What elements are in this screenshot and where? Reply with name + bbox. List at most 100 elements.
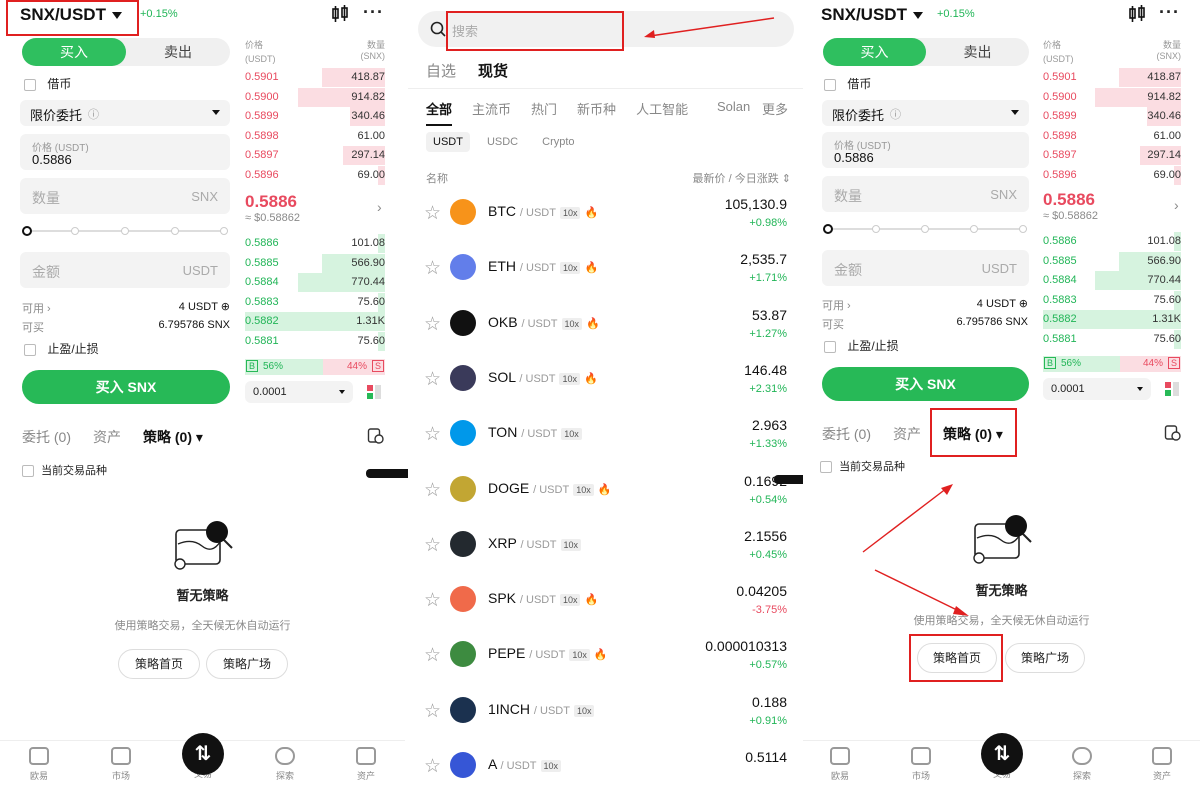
star-icon[interactable]: ☆ [424, 644, 441, 667]
star-icon[interactable]: ☆ [424, 423, 441, 446]
tpsl-checkbox[interactable]: 止盈/止损 [24, 340, 99, 357]
margin-checkbox[interactable]: 借币 [824, 75, 871, 92]
nav-home[interactable]: 欧易 [815, 747, 865, 782]
tab-assets[interactable]: 资产 [93, 427, 121, 447]
bid-row[interactable]: 0.5881 75.60 [245, 331, 385, 351]
coin-row[interactable]: ☆ PEPE / USDT 10x 🔥 0.000010313 +0.57% [408, 632, 803, 687]
bid-row[interactable]: 0.5886 101.08 [245, 234, 385, 253]
star-icon[interactable]: ☆ [424, 589, 441, 612]
bid-row[interactable]: 0.5885 566.90 [245, 253, 385, 273]
bid-row[interactable]: 0.5886 101.08 [1043, 232, 1181, 251]
ask-row[interactable]: 0.5897 297.14 [1043, 146, 1181, 165]
amount-input[interactable]: 金额 USDT [20, 252, 230, 288]
strategy-square-button[interactable]: 策略广场 [1005, 643, 1085, 673]
history-icon[interactable] [1164, 424, 1181, 441]
tab-assets[interactable]: 资产 [893, 424, 921, 444]
nav-market[interactable]: 市场 [896, 747, 946, 782]
margin-checkbox[interactable]: 借币 [24, 75, 71, 92]
cat-more[interactable]: 更多 [758, 99, 789, 118]
coin-row[interactable]: ☆ XRP / USDT 10x 2.1556 +0.45% [408, 522, 803, 577]
ask-row[interactable]: 0.5896 69.00 [1043, 165, 1181, 185]
quote-usdc[interactable]: USDC [480, 132, 525, 152]
amount-slider[interactable] [823, 224, 1027, 234]
chevron-right-icon[interactable]: › [377, 199, 382, 215]
bid-row[interactable]: 0.5885 566.90 [1043, 251, 1181, 271]
ask-row[interactable]: 0.5899 340.46 [1043, 107, 1181, 126]
slider-handle[interactable] [823, 224, 833, 234]
star-icon[interactable]: ☆ [424, 313, 441, 336]
star-icon[interactable]: ☆ [424, 257, 441, 280]
chevron-right-icon[interactable]: › [1174, 197, 1179, 213]
coin-row[interactable]: ☆ 1INCH / USDT 10x 0.188 +0.91% [408, 688, 803, 743]
star-icon[interactable]: ☆ [424, 534, 441, 557]
depth-view-icon[interactable] [1165, 382, 1179, 396]
tab-orders[interactable]: 委托 (0) [822, 424, 871, 444]
coin-row[interactable]: ☆ OKB / USDT 10x 🔥 53.87 +1.27% [408, 301, 803, 356]
tab-watchlist[interactable]: 自选 [426, 60, 456, 81]
amount-slider[interactable] [22, 226, 228, 236]
depth-view-icon[interactable] [367, 385, 381, 399]
strategy-home-button[interactable]: 策略首页 [118, 649, 200, 679]
cat-hot[interactable]: 热门 [531, 99, 557, 126]
star-icon[interactable]: ☆ [424, 202, 441, 225]
strategy-square-button[interactable]: 策略广场 [206, 649, 288, 679]
ask-row[interactable]: 0.5900 914.82 [1043, 87, 1181, 107]
ask-row[interactable]: 0.5897 297.14 [245, 146, 385, 165]
cat-all[interactable]: 全部 [426, 99, 453, 126]
nav-market[interactable]: 市场 [96, 747, 146, 782]
amount-input[interactable]: 金额 USDT [822, 250, 1029, 286]
tab-spot[interactable]: 现货 [478, 60, 508, 81]
coin-row[interactable]: ☆ BTC / USDT 10x 🔥 105,130.9 +0.98% [408, 190, 803, 245]
nav-explore[interactable]: 探索 [1057, 747, 1107, 782]
ask-row[interactable]: 0.5898 61.00 [245, 127, 385, 146]
bid-row[interactable]: 0.5884 770.44 [245, 273, 385, 292]
bid-row[interactable]: 0.5881 75.60 [1043, 329, 1181, 349]
nav-home[interactable]: 欧易 [14, 747, 64, 782]
buy-submit-button[interactable]: 买入 SNX [822, 367, 1029, 401]
price-input[interactable]: 价格 (USDT) 0.5886 [822, 132, 1029, 168]
sell-tab[interactable]: 卖出 [926, 38, 1029, 66]
quote-usdt[interactable]: USDT [426, 132, 470, 152]
slider-handle[interactable] [22, 226, 32, 236]
coin-row[interactable]: ☆ ETH / USDT 10x 🔥 2,535.7 +1.71% [408, 245, 803, 300]
buy-submit-button[interactable]: 买入 SNX [22, 370, 230, 404]
precision-select[interactable]: 0.0001 [245, 381, 353, 403]
history-icon[interactable] [367, 427, 384, 444]
cat-solana[interactable]: Solan [717, 99, 750, 114]
coin-row[interactable]: ☆ SPK / USDT 10x 🔥 0.04205 -3.75% [408, 577, 803, 632]
candlestick-icon[interactable] [331, 5, 349, 23]
buy-tab[interactable]: 买入 [823, 38, 926, 66]
current-pair-checkbox[interactable]: 当前交易品种 [22, 462, 107, 478]
quote-crypto[interactable]: Crypto [535, 132, 581, 152]
coin-row[interactable]: ☆ A / USDT 10x 0.5114 [408, 743, 803, 795]
nav-trade[interactable]: ⇅交易 [977, 733, 1027, 780]
pair-selector[interactable]: SNX/USDT [821, 5, 923, 25]
buy-tab[interactable]: 买入 [22, 38, 126, 66]
tpsl-checkbox[interactable]: 止盈/止损 [824, 337, 899, 354]
ask-row[interactable]: 0.5896 69.00 [245, 165, 385, 185]
tab-orders[interactable]: 委托 (0) [22, 427, 71, 447]
more-icon[interactable]: ··· [363, 2, 384, 23]
more-icon[interactable]: ··· [1159, 2, 1180, 23]
quantity-input[interactable]: 数量 SNX [822, 176, 1029, 212]
precision-select[interactable]: 0.0001 [1043, 378, 1151, 400]
coin-row[interactable]: ☆ DOGE / USDT 10x 🔥 0.1692 +0.54% [408, 467, 803, 522]
star-icon[interactable]: ☆ [424, 755, 441, 778]
price-input[interactable]: 价格 (USDT) 0.5886 [20, 134, 230, 170]
order-type-select[interactable]: 限价委托 ⓘ [822, 100, 1029, 126]
cat-ai[interactable]: 人工智能 [636, 99, 688, 126]
star-icon[interactable]: ☆ [424, 479, 441, 502]
ask-row[interactable]: 0.5898 61.00 [1043, 127, 1181, 146]
bid-row[interactable]: 0.5882 1.31K [245, 312, 385, 331]
star-icon[interactable]: ☆ [424, 700, 441, 723]
quantity-input[interactable]: 数量 SNX [20, 178, 230, 214]
ask-row[interactable]: 0.5901 418.87 [1043, 68, 1181, 87]
ask-row[interactable]: 0.5899 340.46 [245, 107, 385, 126]
col-price-header[interactable]: 最新价 / 今日涨跌 ⇕ [693, 170, 791, 186]
nav-trade[interactable]: ⇅交易 [178, 733, 228, 780]
col-name-header[interactable]: 名称 [426, 170, 448, 186]
sell-tab[interactable]: 卖出 [126, 38, 230, 66]
bid-row[interactable]: 0.5883 75.60 [1043, 290, 1181, 310]
candlestick-icon[interactable] [1128, 5, 1146, 23]
bid-row[interactable]: 0.5883 75.60 [245, 292, 385, 312]
